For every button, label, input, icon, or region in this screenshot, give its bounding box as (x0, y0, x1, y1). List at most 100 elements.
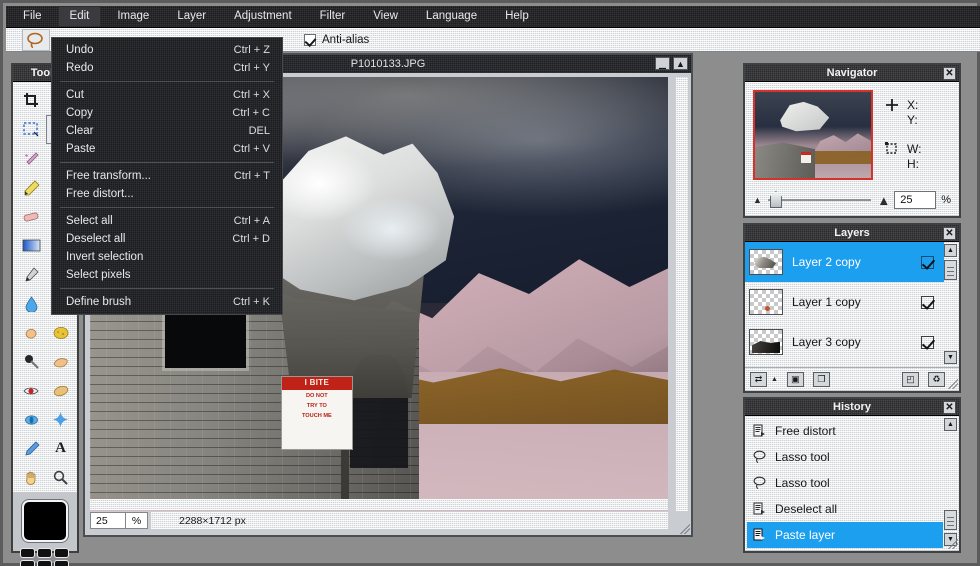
menu-language[interactable]: Language (415, 7, 488, 26)
pencil-tool-icon[interactable] (17, 173, 46, 202)
menu-item-free-distort[interactable]: Free distort... (52, 185, 282, 203)
canvas-horizontal-scrollbar[interactable] (90, 499, 668, 510)
foreground-color-swatch[interactable] (22, 500, 68, 542)
scroll-down-icon[interactable]: ▼ (944, 351, 957, 364)
thumb-rock (780, 101, 830, 132)
blend-mode-button[interactable]: ⇄ (750, 371, 767, 387)
menu-item-clear[interactable]: Clear DEL (52, 122, 282, 140)
canvas-vertical-scrollbar[interactable] (676, 77, 688, 511)
history-item[interactable]: Lasso tool (747, 444, 943, 470)
scroll-up-icon[interactable]: ▲ (944, 244, 957, 257)
layer-visibility-checkbox[interactable] (921, 295, 934, 309)
new-layer-button[interactable]: ❐ (812, 371, 830, 387)
zoom-level-input[interactable]: 25 (90, 512, 126, 529)
layer-thumbnail[interactable] (749, 249, 783, 275)
history-title: History (833, 401, 871, 413)
menu-item-redo[interactable]: Redo Ctrl + Y (52, 59, 282, 77)
menu-layer[interactable]: Layer (166, 7, 217, 26)
history-item[interactable]: Free distort (747, 418, 943, 444)
window-resize-grip[interactable] (680, 524, 690, 534)
menu-item-deselect-all[interactable]: Deselect all Ctrl + D (52, 230, 282, 248)
history-item[interactable]: Lasso tool (747, 470, 943, 496)
menu-item-copy[interactable]: Copy Ctrl + C (52, 104, 282, 122)
menu-help[interactable]: Help (494, 7, 540, 26)
sponge-tool-icon[interactable] (46, 318, 75, 347)
navigator-thumbnail[interactable] (753, 90, 873, 180)
layer-visibility-checkbox[interactable] (921, 255, 934, 269)
gradient-tool-icon[interactable] (17, 231, 46, 260)
menu-item-label: Redo (66, 61, 94, 74)
swatch[interactable] (54, 548, 69, 558)
menu-filter[interactable]: Filter (309, 7, 357, 26)
pen-tool-icon[interactable] (17, 260, 46, 289)
zoom-slider-knob[interactable] (769, 191, 782, 208)
history-resize-grip[interactable] (948, 539, 958, 549)
swatch[interactable] (54, 560, 69, 566)
menu-item-paste[interactable]: Paste Ctrl + V (52, 140, 282, 158)
layers-scrollbar[interactable]: ▲ ▼ (944, 244, 957, 364)
navigator-xy-labels: X: Y: (907, 98, 918, 128)
menu-edit[interactable]: Edit (58, 7, 101, 26)
menu-item-free-transform[interactable]: Free transform... Ctrl + T (52, 167, 282, 185)
pinch-tool-icon[interactable] (46, 405, 75, 434)
menu-item-shortcut: Ctrl + D (232, 232, 270, 245)
marquee-select-tool-icon[interactable] (17, 115, 46, 144)
history-item[interactable]: Deselect all (747, 496, 943, 522)
burn-tool-icon[interactable] (46, 347, 75, 376)
menu-item-select-all[interactable]: Select all Ctrl + A (52, 212, 282, 230)
close-icon[interactable]: ✕ (943, 227, 956, 240)
zoom-slider[interactable] (767, 191, 872, 208)
layer-thumbnail[interactable] (749, 329, 783, 355)
menu-view[interactable]: View (362, 7, 409, 26)
history-item[interactable]: Paste layer (747, 522, 943, 548)
layer-row[interactable]: Layer 2 copy (745, 242, 944, 282)
blend-mode-arrow-icon[interactable]: ▲ (771, 376, 778, 383)
menu-image[interactable]: Image (106, 7, 160, 26)
layer-row[interactable]: Layer 1 copy (745, 282, 944, 322)
menu-item-select-pixels[interactable]: Select pixels (52, 266, 282, 284)
swatch[interactable] (37, 560, 52, 566)
close-icon[interactable]: ✕ (943, 67, 956, 80)
add-mask-button[interactable]: ▣ (786, 371, 804, 387)
dodge-tool-icon[interactable] (17, 347, 46, 376)
swatch[interactable] (20, 560, 35, 566)
layer-row[interactable]: Layer 3 copy (745, 322, 944, 362)
text-tool-icon[interactable]: A (46, 434, 75, 463)
blur-tool-icon[interactable] (17, 289, 46, 318)
lasso-icon[interactable] (22, 28, 50, 51)
navigator-zoom-input[interactable]: 25 (894, 191, 937, 209)
eyedropper-tool-icon[interactable] (17, 434, 46, 463)
duplicate-layer-button[interactable]: ◰ (902, 371, 919, 387)
menu-file[interactable]: File (12, 7, 53, 26)
maximize-icon[interactable]: ▲ (673, 57, 688, 70)
red-eye-tool-icon[interactable] (17, 376, 46, 405)
close-icon[interactable]: ✕ (943, 401, 956, 414)
menu-adjustment[interactable]: Adjustment (223, 7, 303, 26)
crop-tool-icon[interactable] (17, 86, 46, 115)
layers-resize-grip[interactable] (948, 379, 958, 389)
menu-item-invert-selection[interactable]: Invert selection (52, 248, 282, 266)
menu-item-define-brush[interactable]: Define brush Ctrl + K (52, 293, 282, 311)
swatch[interactable] (37, 548, 52, 558)
scrollbar-thumb[interactable] (944, 260, 957, 280)
layer-thumbnail[interactable] (749, 289, 783, 315)
magic-wand-tool-icon[interactable] (17, 144, 46, 173)
menu-item-undo[interactable]: Undo Ctrl + Z (52, 41, 282, 59)
zoom-tool-icon[interactable] (46, 463, 75, 492)
small-mountain-icon[interactable]: ▲ (753, 195, 762, 205)
antialias-checkbox[interactable] (304, 33, 316, 46)
menu-item-cut[interactable]: Cut Ctrl + X (52, 86, 282, 104)
scroll-up-icon[interactable]: ▲ (944, 418, 957, 431)
delete-layer-button[interactable]: ♻ (928, 371, 945, 387)
pillow-tool-icon[interactable] (46, 376, 75, 405)
history-scrollbar[interactable]: ▲ ▼ (944, 418, 957, 546)
swatch[interactable] (20, 548, 35, 558)
eraser-tool-icon[interactable] (17, 202, 46, 231)
layer-visibility-checkbox[interactable] (921, 335, 934, 349)
smudge-tool-icon[interactable] (17, 318, 46, 347)
scrollbar-thumb[interactable] (944, 510, 957, 530)
hand-tool-icon[interactable] (17, 463, 46, 492)
large-mountain-icon[interactable]: ▲ (877, 193, 890, 208)
minimize-icon[interactable]: ▁ (655, 57, 670, 70)
bloat-tool-icon[interactable] (17, 405, 46, 434)
